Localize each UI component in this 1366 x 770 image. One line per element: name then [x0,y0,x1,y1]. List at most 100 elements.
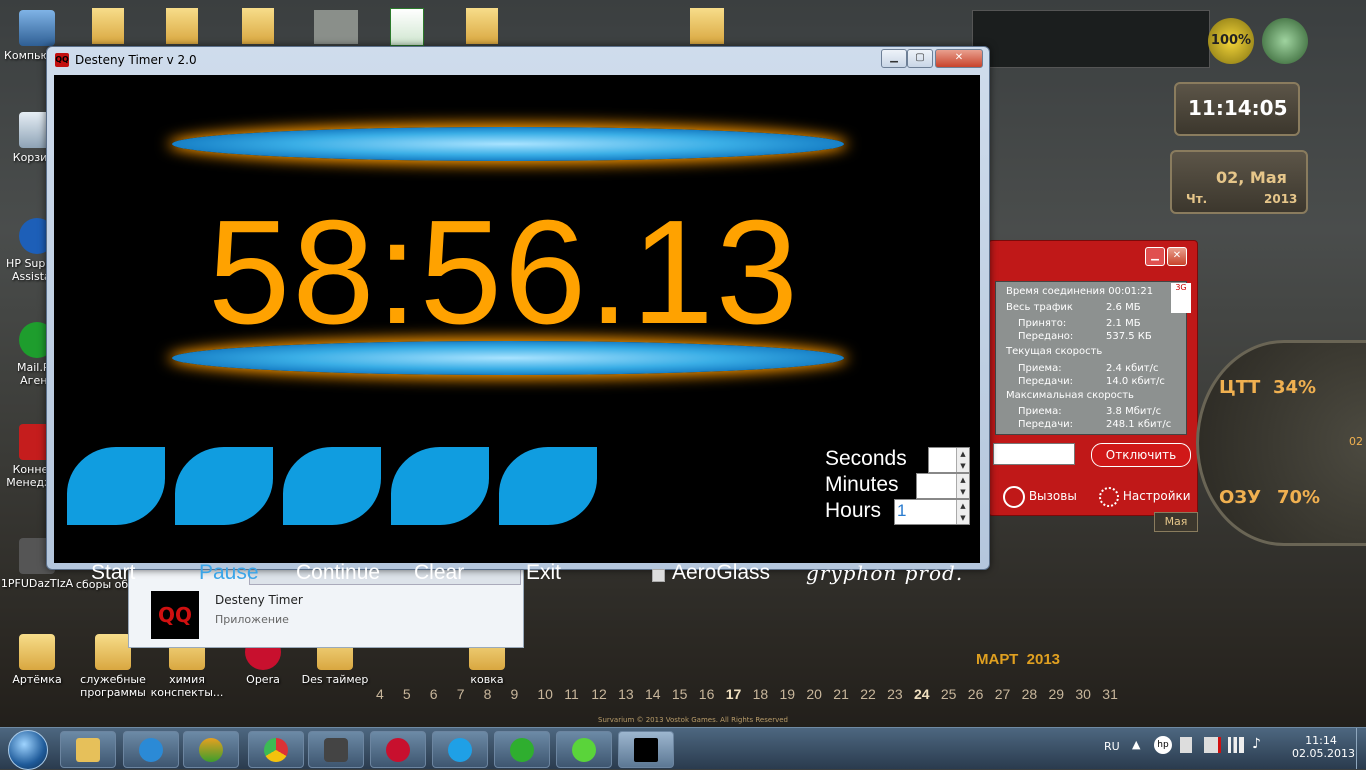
network-error-icon[interactable] [1204,737,1221,753]
folder-icon[interactable] [466,8,498,44]
language-indicator[interactable]: RU [1104,740,1120,753]
stat-label: Текущая скорость [1006,346,1103,357]
minimize-button[interactable]: ▁ [881,49,907,68]
maximize-button[interactable]: ▢ [907,49,933,68]
clock-time: 11:14:05 [1188,96,1288,120]
calendar-day: 21 [833,686,849,702]
exit-label[interactable]: Exit [526,561,561,585]
spin-arrows-icon[interactable]: ▲ ▼ [956,474,969,498]
connection-select[interactable] [993,443,1075,465]
hours-stepper[interactable]: 1 ▲ ▼ [894,499,970,525]
desktop-icon-label: Opera [246,673,280,686]
taskbar-wot[interactable] [308,731,364,768]
desktop-icon-label: химия конспекты... [150,673,224,699]
start-orb-icon[interactable] [8,730,48,770]
ram-value: 70% [1277,487,1321,508]
phone-icon [1003,485,1025,508]
tray-clock[interactable]: 11:14 02.05.2013 [1292,734,1355,760]
excel-file-icon[interactable] [390,8,424,46]
calls-button[interactable]: Вызовы [1003,485,1089,508]
taskbar-desteny-timer[interactable] [618,731,674,768]
calendar-day: 15 [671,686,688,702]
show-desktop-button[interactable] [1356,728,1366,769]
connect-icon [386,738,410,762]
stat-value: 2.6 МБ [1106,302,1141,313]
calendar-day: 26 [967,686,984,702]
folder-icon[interactable] [242,8,274,44]
continue-label[interactable]: Continue [296,561,380,585]
hours-value[interactable]: 1 [897,501,906,521]
exit-button[interactable] [499,447,597,525]
tray-expand-icon[interactable]: ▲ [1132,738,1140,751]
power-plug-icon [1262,18,1308,64]
minutes-label: Minutes [825,473,899,496]
top-lens-decoration [172,127,844,161]
ram-label: ОЗУ [1219,487,1261,508]
stat-value: 14.0 кбит/с [1106,376,1165,387]
minutes-stepper[interactable]: ▲ ▼ [916,473,970,499]
pause-button[interactable] [175,447,273,525]
spin-arrows-icon[interactable]: ▲ ▼ [956,448,969,472]
cpu-value: 34% [1273,377,1317,398]
stat-value: 00:01:21 [1108,286,1154,297]
spin-arrows-icon[interactable]: ▲ ▼ [956,500,969,524]
clipboard-icon[interactable] [1180,737,1192,753]
calls-label: Вызовы [1028,489,1077,503]
calendar-day: 12 [591,686,607,702]
volume-icon[interactable]: ♪ [1252,736,1261,752]
desktop-icon-label: 1PFUDazTIzA [0,577,74,590]
aeroglass-label[interactable]: AeroGlass [672,561,770,585]
connection-manager-window[interactable]: ▁ ✕ Время соединения 00:01:21 Весь трафи… [988,240,1198,516]
close-button[interactable]: ✕ [935,49,983,68]
taskbar-mail-agent[interactable] [494,731,550,768]
folder-icon[interactable] [92,8,124,44]
folder-icon[interactable] [690,8,724,44]
hp-icon[interactable]: hp [1154,736,1172,754]
clear-label[interactable]: Clear [414,561,464,585]
taskbar-explorer[interactable] [60,731,116,768]
seconds-stepper[interactable]: ▲ ▼ [928,447,970,473]
popup-app-name: Desteny Timer [215,593,303,607]
system-gauge: ЦТТ 34% ОЗУ 70% 02 [1196,340,1366,546]
desktop-icon-label: Des таймер [301,673,369,686]
taskbar-media[interactable] [183,731,239,768]
desktop-icon-artemka[interactable]: Артёмка [0,634,74,686]
connection-stats-table: Время соединения 00:01:21 Весь трафик 2.… [995,281,1187,435]
computer-icon [19,10,55,46]
calendar-day: 27 [994,686,1011,702]
calendar-day: 13 [618,686,634,702]
pause-label[interactable]: Pause [199,561,259,585]
signal-icon[interactable] [1228,737,1244,753]
taskbar-connect[interactable] [370,731,426,768]
taskbar-ie[interactable] [123,731,179,768]
seconds-label: Seconds [825,447,907,470]
photo-icon[interactable] [314,10,358,44]
close-button[interactable]: ✕ [1167,247,1187,266]
taskbar-icq[interactable] [556,731,612,768]
aeroglass-checkbox[interactable] [652,569,665,582]
taskbar-chrome[interactable] [248,731,304,768]
folder-icon[interactable] [166,8,198,44]
continue-button[interactable] [283,447,381,525]
calendar-header: МАРТ 2013 [976,651,1061,668]
calendar-day: 9 [510,686,519,702]
calendar-day: 5 [402,686,411,702]
media-icon [199,738,223,762]
calendar-day: 4 [376,686,384,702]
clock-widget: 11:14:05 [1174,82,1300,136]
hours-label: Hours [825,499,882,522]
minimize-button[interactable]: ▁ [1145,247,1165,266]
timer-window[interactable]: QQ Desteny Timer v 2.0 ▁ ▢ ✕ 58:56.13 St… [46,46,990,585]
popup-app-type: Приложение [215,613,289,626]
calendar-day: 6 [429,686,438,702]
taskbar-skype[interactable] [432,731,488,768]
start-button[interactable] [67,447,165,525]
calendar-day: 31 [1102,686,1118,702]
scrollbar[interactable] [249,569,521,585]
cpu-label: ЦТТ [1219,377,1261,398]
disconnect-button[interactable]: Отключить [1091,443,1191,467]
clear-button[interactable] [391,447,489,525]
skype-icon [448,738,472,762]
settings-button[interactable]: Настройки [1099,485,1195,507]
start-label[interactable]: Start [91,561,135,585]
